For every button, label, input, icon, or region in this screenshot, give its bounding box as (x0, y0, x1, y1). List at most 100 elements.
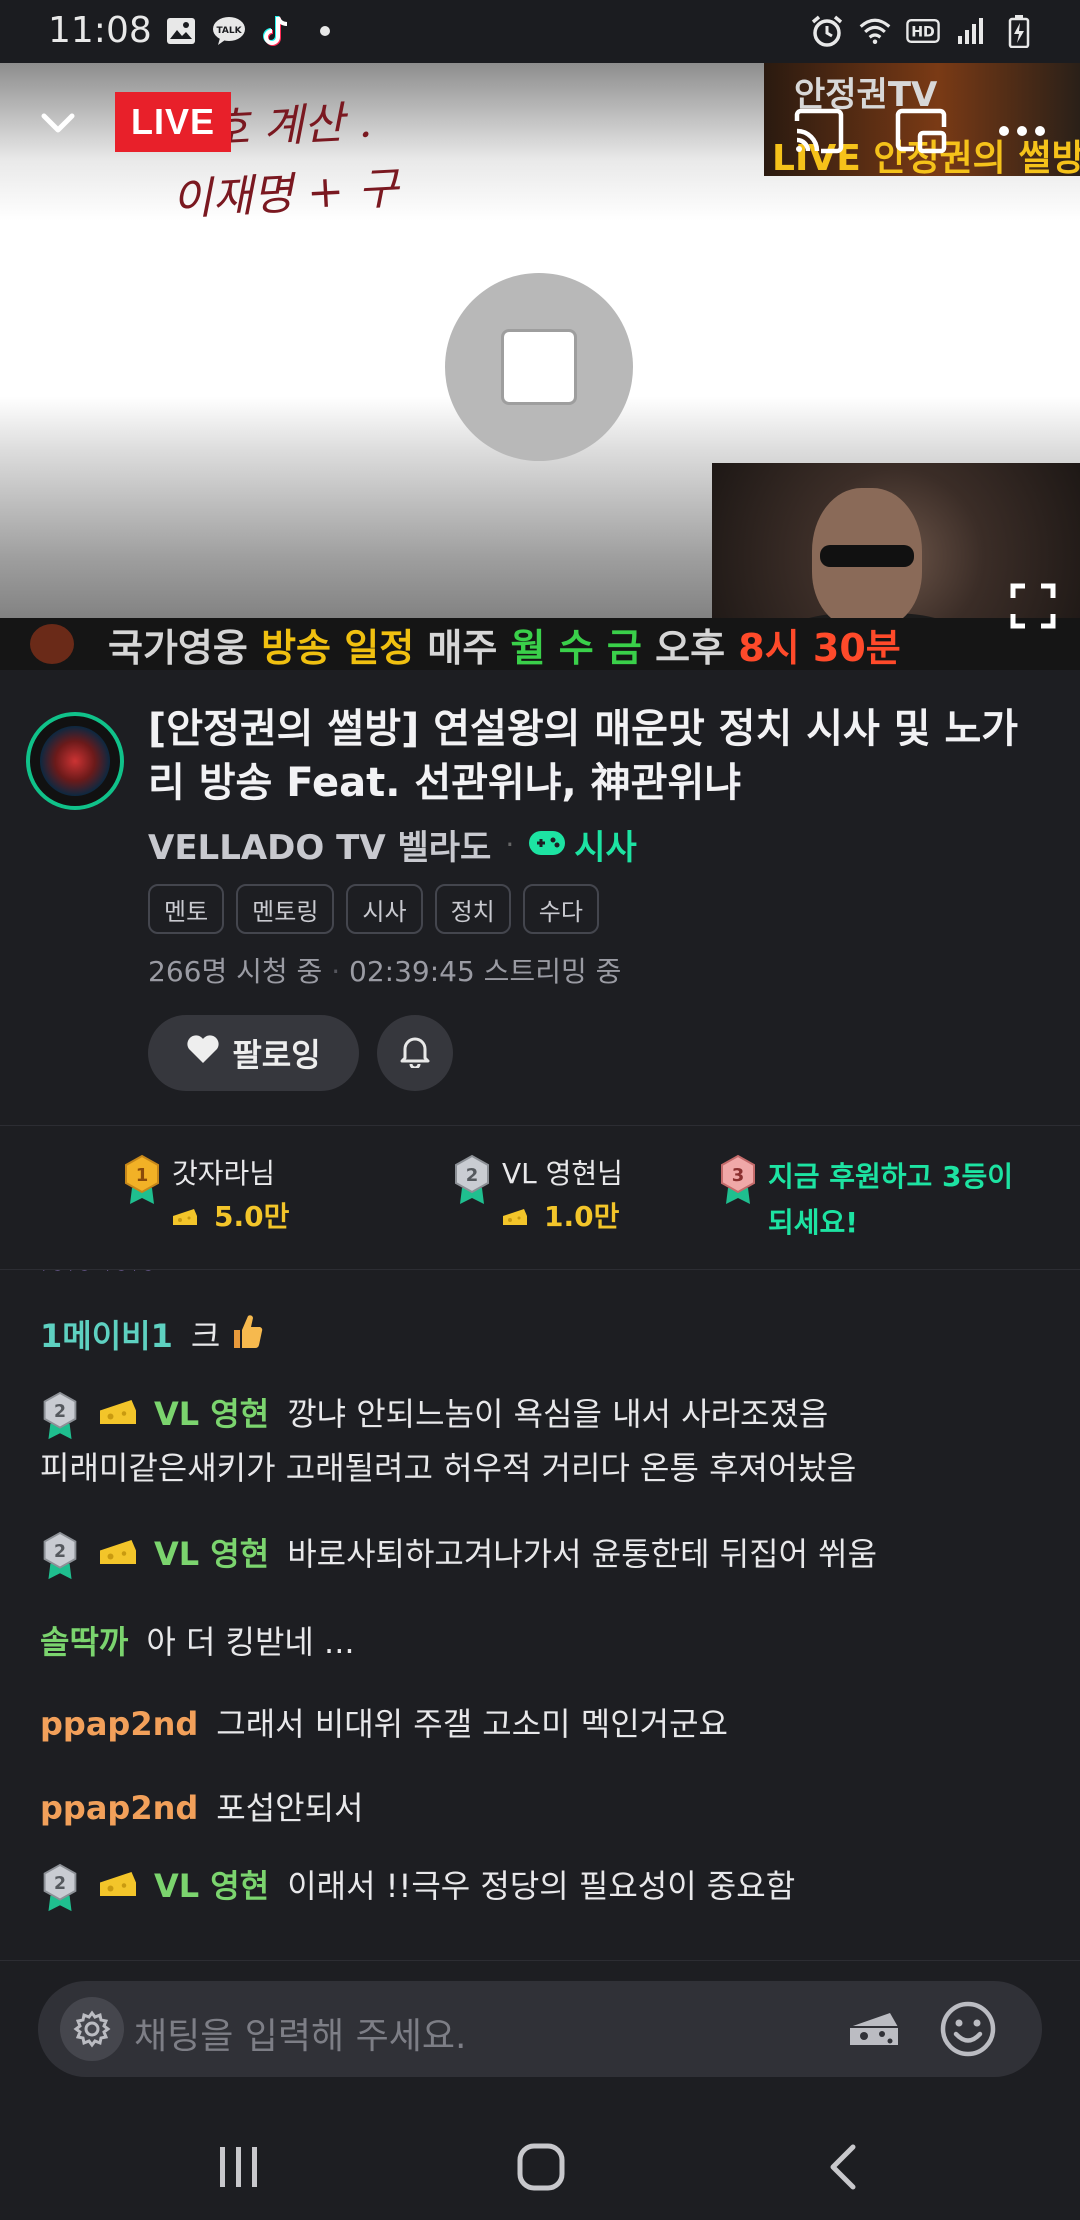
silver-medal-icon: 2 (40, 1531, 80, 1581)
svg-text:HD: HD (911, 25, 935, 41)
cast-icon[interactable] (790, 103, 846, 159)
channel-row: VELLADO TV 벨라도 · 시사 (148, 820, 637, 869)
follow-button[interactable]: 팔로잉 (148, 1015, 359, 1091)
more-options-icon[interactable] (994, 103, 1050, 159)
rank-name: 갓자라님 (172, 1157, 276, 1190)
donate-cta: 지금 후원하고 3등이 (768, 1160, 1014, 1193)
bell-icon (399, 1034, 431, 1072)
category-label: 시사 (574, 828, 637, 868)
ticker-logo-icon (30, 624, 74, 664)
chat-input-placeholder: 채팅을 입력해 주세요. (134, 2016, 467, 2057)
video-player[interactable]: 경호 계산 . 이재명 + 구 안정권TV LIVE 안정권의 썰방 LIVE … (0, 63, 1080, 670)
svg-text:1: 1 (136, 1165, 149, 1186)
chat-text: 바로사퇴하고겨나가서 윤통한테 뒤집어 쒸움 (287, 1535, 878, 1573)
gallery-icon (164, 14, 198, 48)
svg-text:2: 2 (466, 1165, 479, 1186)
chat-settings-gear-icon[interactable] (60, 1997, 124, 2061)
chat-message: 2 VL 영현 이래서 !!극우 정당의 필요성이 중요함 (40, 1860, 1050, 1914)
cheese-icon (98, 1390, 138, 1442)
tiktok-icon (260, 14, 294, 48)
stop-icon (501, 329, 577, 405)
cheese-icon (172, 1195, 198, 1241)
stream-meta: 266명 시청 중 · 02:39:45 스트리밍 중 (148, 955, 622, 988)
back-icon[interactable] (808, 2132, 878, 2202)
chat-message: ppap2nd 그래서 비대위 주갤 고소미 멕인거군요 (40, 1698, 1050, 1750)
chat-text: 아 더 킹받네 ... (146, 1623, 355, 1661)
recent-apps-icon[interactable] (204, 2132, 274, 2202)
svg-text:2: 2 (54, 1402, 66, 1422)
chat-text: 크 (190, 1317, 221, 1355)
chat-message: 솔딱까 아 더 킹받네 ... (40, 1616, 1050, 1668)
cheese-icon (98, 1862, 138, 1914)
fullscreen-icon[interactable] (1010, 583, 1056, 629)
live-badge: LIVE (115, 92, 231, 152)
thumbs-up-icon (230, 1312, 264, 1365)
tag-chip[interactable]: 멘토 (148, 884, 225, 934)
stop-button[interactable] (445, 273, 633, 461)
schedule-ticker: 국가영웅 방송 일정 매주 월 수 금 오후 8시 30분 (0, 618, 1080, 670)
stream-duration: 02:39:45 스트리밍 중 (349, 955, 622, 988)
bronze-medal-icon: 3 (718, 1154, 758, 1206)
tag-chip[interactable]: 시사 (346, 884, 423, 934)
silver-medal-icon: 2 (40, 1391, 80, 1441)
chat-partial-line: ~~ ~~ (40, 1270, 157, 1286)
chat-nickname[interactable]: VL 영현 (154, 1395, 269, 1433)
chat-message: 2 VL 영현 깡냐 안되느놈이 욕심을 내서 사라조졌음 피래미같은새키가 고래될… (40, 1388, 1050, 1494)
chat-message: 1메이비1 크 (40, 1310, 1050, 1365)
cheese-icon (98, 1530, 138, 1582)
rank-item-1[interactable]: 1 갓자라님 5.0만 (122, 1154, 289, 1241)
stream-info: [안정권의 썰방] 연설왕의 매운맛 정치 시사 및 노가리 방송 Feat. … (0, 670, 1080, 1125)
alarm-icon (810, 14, 844, 48)
chat-message: 2 VL 영현 바로사퇴하고겨나가서 윤통한테 뒤집어 쒸움 (40, 1528, 1050, 1582)
svg-text:TALK: TALK (216, 26, 242, 36)
chat-text: 이래서 !!극우 정당의 필요성이 중요함 (287, 1867, 796, 1905)
silver-medal-icon: 2 (452, 1154, 492, 1206)
gamepad-icon (528, 825, 566, 865)
tag-chip[interactable]: 정치 (434, 884, 511, 934)
chat-nickname[interactable]: ppap2nd (40, 1705, 198, 1743)
collapse-chevron-down-icon[interactable] (34, 99, 82, 147)
rank-amount: 5.0만 (172, 1194, 289, 1241)
chat-text: 피래미같은새키가 고래될려고 허우적 거리다 온통 후져어놨음 (40, 1449, 857, 1487)
tag-chip[interactable]: 수다 (522, 884, 599, 934)
chat-list[interactable]: ~~ ~~ 1메이비1 크 2 VL 영현 깡냐 안되느놈이 욕심을 내서 사라조졌음… (0, 1270, 1080, 1960)
heart-icon (186, 1034, 220, 1072)
tag-chip[interactable]: 멘토링 (236, 884, 335, 934)
donate-cta: 되세요! (768, 1206, 859, 1239)
rank-item-2[interactable]: 2 VL 영현님 1.0만 (452, 1154, 623, 1241)
chat-message: ppap2nd 포섭안되서 (40, 1782, 1050, 1834)
channel-name[interactable]: VELLADO TV 벨라도 (148, 820, 491, 869)
wifi-icon (858, 14, 892, 48)
chat-input-area: 채팅을 입력해 주세요. (0, 1960, 1080, 2110)
channel-avatar[interactable] (26, 712, 124, 810)
rank-name: VL 영현님 (502, 1157, 623, 1190)
kakaotalk-icon: TALK (212, 14, 246, 48)
category-link[interactable]: 시사 (528, 820, 637, 869)
emoji-icon[interactable] (938, 1999, 998, 2059)
picture-in-picture-icon[interactable] (893, 103, 949, 159)
status-time: 11:08 (48, 10, 152, 51)
donation-ranking: 1 갓자라님 5.0만 2 VL 영현님 1.0만 3 지금 후원하고 3등이 … (0, 1125, 1080, 1270)
chat-nickname[interactable]: 솔딱까 (40, 1623, 128, 1661)
separator-dot: · (505, 828, 515, 861)
tag-list: 멘토 멘토링 시사 정치 수다 (148, 884, 599, 934)
cheese-donate-icon[interactable] (846, 2003, 902, 2055)
gold-medal-icon: 1 (122, 1154, 162, 1206)
cheese-icon (502, 1195, 528, 1241)
status-bar: 11:08 TALK HD (0, 0, 1080, 63)
stream-title: [안정권의 썰방] 연설왕의 매운맛 정치 시사 및 노가리 방송 Feat. … (148, 706, 1019, 806)
home-icon[interactable] (506, 2132, 576, 2202)
chat-text: 그래서 비대위 주갤 고소미 멕인거군요 (216, 1705, 728, 1743)
chat-nickname[interactable]: ppap2nd (40, 1789, 198, 1827)
battery-icon (1002, 14, 1036, 48)
svg-text:2: 2 (54, 1874, 66, 1894)
chat-text: 포섭안되서 (216, 1789, 364, 1827)
notification-button[interactable] (377, 1015, 453, 1091)
chat-input[interactable]: 채팅을 입력해 주세요. (38, 1981, 1042, 2077)
rank-item-3[interactable]: 3 지금 후원하고 3등이 되세요! (718, 1154, 1013, 1246)
chat-nickname[interactable]: VL 영현 (154, 1535, 269, 1573)
chat-nickname[interactable]: VL 영현 (154, 1867, 269, 1905)
chat-nickname[interactable]: 1메이비1 (40, 1317, 173, 1355)
signal-icon (954, 14, 988, 48)
dot-icon (308, 14, 342, 48)
